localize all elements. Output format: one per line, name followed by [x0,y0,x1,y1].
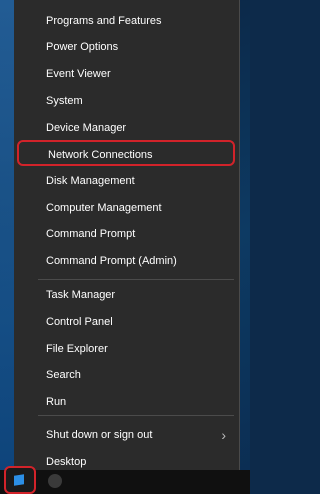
menu-item-command-prompt[interactable]: Command Prompt [14,221,240,247]
menu-item-task-manager[interactable]: Task Manager [14,282,240,308]
menu-item-programs-and-features[interactable]: Programs and Features [14,8,240,34]
menu-item-control-panel[interactable]: Control Panel [14,309,240,335]
taskbar [0,470,250,494]
menu-item-device-manager[interactable]: Device Manager [14,115,240,141]
menu-item-power-options[interactable]: Power Options [14,34,240,60]
search-bubble-icon[interactable] [48,474,62,488]
windows-logo-icon [14,474,24,486]
menu-item-shut-down-or-sign-out[interactable]: Shut down or sign out › [14,422,240,448]
menu-item-disk-management[interactable]: Disk Management [14,168,240,194]
menu-item-file-explorer[interactable]: File Explorer [14,336,240,362]
menu-item-run[interactable]: Run [14,389,240,415]
menu-item-label: Shut down or sign out [46,429,153,441]
start-button[interactable] [4,466,36,494]
menu-separator [38,279,234,280]
chevron-right-icon: › [221,427,226,443]
desktop-background: Programs and Features Power Options Even… [0,0,250,494]
menu-item-computer-management[interactable]: Computer Management [14,195,240,221]
window-edge [0,0,14,470]
menu-item-system[interactable]: System [14,88,240,114]
menu-separator [38,415,234,416]
menu-item-event-viewer[interactable]: Event Viewer [14,61,240,87]
menu-item-network-connections[interactable]: Network Connections [17,140,235,166]
winx-context-menu: Programs and Features Power Options Even… [14,0,240,470]
menu-item-command-prompt-admin[interactable]: Command Prompt (Admin) [14,248,240,274]
menu-item-search[interactable]: Search [14,362,240,388]
